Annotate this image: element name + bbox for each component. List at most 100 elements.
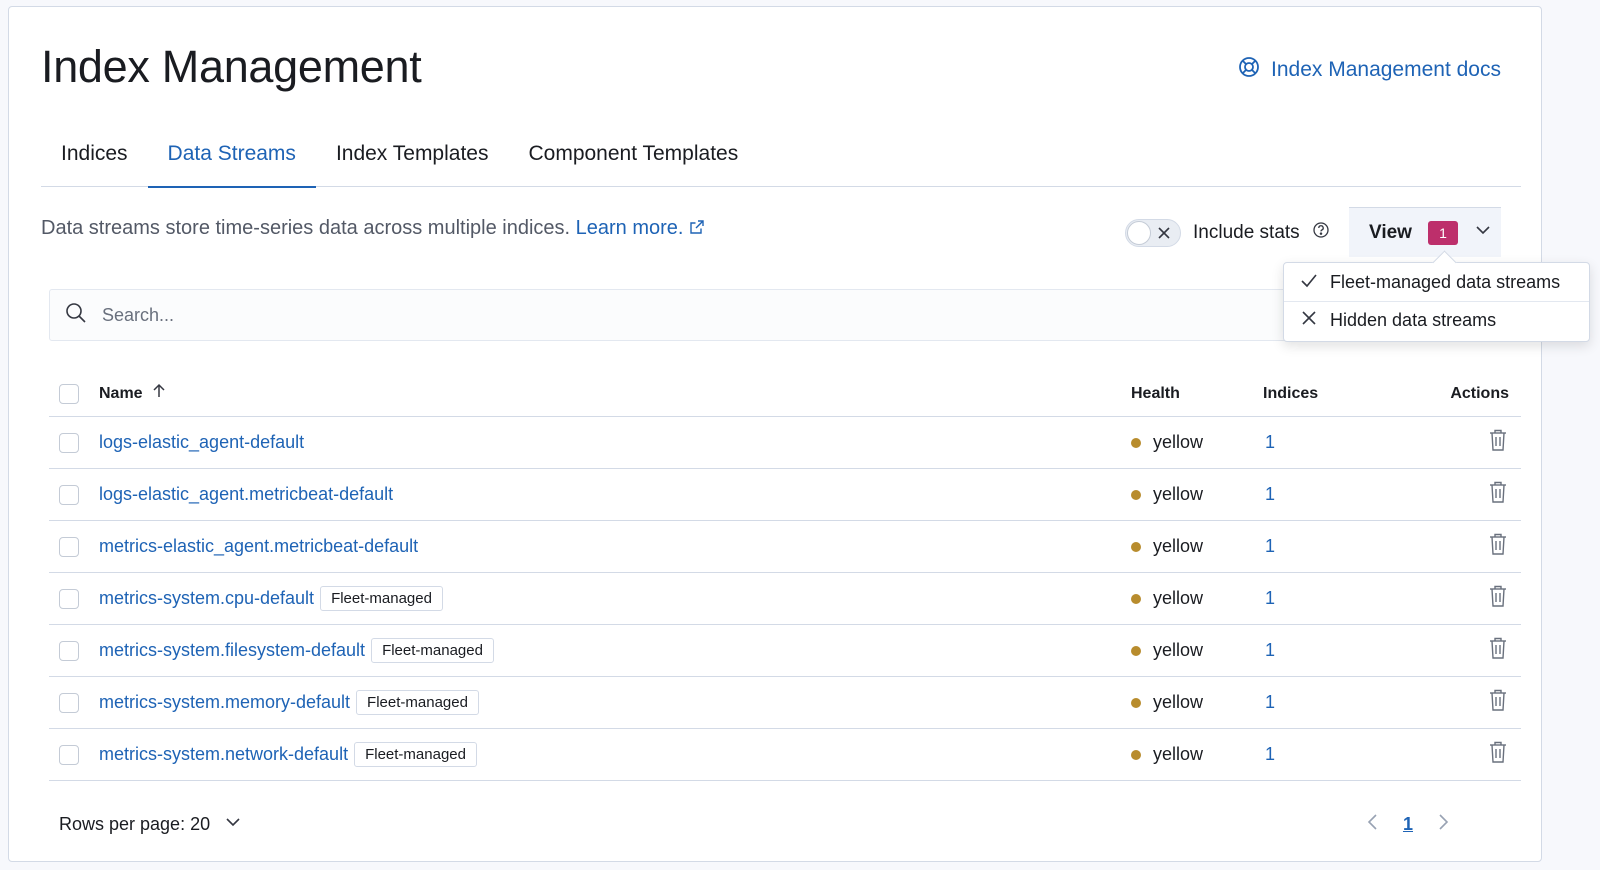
trash-icon[interactable]	[1487, 428, 1509, 457]
health-status-dot	[1131, 645, 1141, 656]
chevron-left-icon[interactable]	[1365, 813, 1381, 836]
indices-count-link[interactable]: 1	[1265, 640, 1275, 660]
indices-count-link[interactable]: 1	[1265, 432, 1275, 452]
health-status-dot	[1131, 437, 1141, 448]
row-checkbox[interactable]	[59, 432, 79, 453]
health-cell: yellow	[1131, 484, 1261, 505]
include-stats-label: Include stats	[1193, 222, 1300, 243]
data-streams-table: Name Health Indices Actions logs-elastic…	[49, 371, 1521, 781]
row-checkbox[interactable]	[59, 640, 79, 661]
table-header: Name Health Indices Actions	[49, 371, 1521, 417]
tab-bar: Indices Data Streams Index Templates Com…	[41, 129, 1521, 188]
description-text: Data streams store time-series data acro…	[41, 217, 571, 239]
data-stream-name-link[interactable]: metrics-system.cpu-default	[99, 588, 314, 609]
arrow-up-icon	[151, 383, 167, 404]
name-column-header[interactable]: Name	[99, 383, 1131, 404]
data-stream-name-link[interactable]: metrics-system.network-default	[99, 744, 348, 765]
actions-column-header: Actions	[1450, 384, 1509, 402]
trash-icon[interactable]	[1487, 584, 1509, 613]
cross-icon	[1300, 309, 1318, 332]
view-label: View	[1369, 221, 1412, 243]
health-cell: yellow	[1131, 692, 1261, 713]
health-label: yellow	[1153, 588, 1204, 608]
learn-more-link[interactable]: Learn more.	[576, 217, 704, 239]
health-cell: yellow	[1131, 588, 1261, 609]
fleet-managed-badge: Fleet-managed	[354, 742, 477, 767]
tab-data-streams[interactable]: Data Streams	[147, 129, 317, 188]
rows-per-page-selector[interactable]: Rows per page: 20	[59, 813, 242, 836]
health-label: yellow	[1153, 640, 1204, 660]
docs-link[interactable]: Index Management docs	[1237, 55, 1501, 85]
trash-icon[interactable]	[1487, 740, 1509, 769]
fleet-managed-badge: Fleet-managed	[371, 638, 494, 663]
data-stream-name-link[interactable]: metrics-system.filesystem-default	[99, 640, 365, 661]
chevron-right-icon[interactable]	[1435, 813, 1451, 836]
health-label: yellow	[1153, 536, 1204, 556]
view-filter-popover: Fleet-managed data streams Hidden data s…	[1283, 262, 1590, 342]
data-stream-name-link[interactable]: logs-elastic_agent.metricbeat-default	[99, 484, 393, 505]
health-cell: yellow	[1131, 536, 1261, 557]
row-checkbox[interactable]	[59, 588, 79, 609]
trash-icon[interactable]	[1487, 688, 1509, 717]
search-placeholder: Search...	[102, 304, 175, 325]
indices-count-link[interactable]: 1	[1265, 692, 1275, 712]
table-row: metrics-system.filesystem-default Fleet-…	[49, 625, 1521, 677]
table-row: metrics-system.network-default Fleet-man…	[49, 729, 1521, 781]
data-stream-name-link[interactable]: metrics-elastic_agent.metricbeat-default	[99, 536, 418, 557]
view-count-badge: 1	[1427, 220, 1458, 245]
search-icon	[64, 301, 88, 330]
health-status-dot	[1131, 593, 1141, 604]
filter-option-hidden[interactable]: Hidden data streams	[1284, 301, 1589, 339]
health-cell: yellow	[1131, 640, 1261, 661]
learn-more-label: Learn more.	[575, 217, 684, 239]
health-cell: yellow	[1131, 744, 1261, 765]
indices-count-link[interactable]: 1	[1265, 536, 1275, 556]
filter-option-label: Fleet-managed data streams	[1330, 271, 1561, 292]
tab-indices[interactable]: Indices	[41, 129, 148, 187]
tab-component-templates[interactable]: Component Templates	[508, 129, 758, 187]
health-status-dot	[1131, 749, 1141, 760]
row-checkbox[interactable]	[59, 536, 79, 557]
health-label: yellow	[1153, 484, 1204, 504]
health-label: yellow	[1153, 744, 1204, 764]
health-cell: yellow	[1131, 432, 1261, 453]
view-filter-button[interactable]: View 1	[1349, 207, 1501, 257]
main-panel: Index Management Index Management docs I…	[8, 6, 1542, 862]
row-checkbox[interactable]	[59, 692, 79, 713]
health-status-dot	[1131, 489, 1141, 500]
filter-option-label: Hidden data streams	[1330, 310, 1497, 330]
external-link-icon	[689, 217, 704, 240]
indices-count-link[interactable]: 1	[1265, 744, 1275, 764]
pagination: 1	[1365, 813, 1451, 836]
chevron-down-icon	[1474, 221, 1492, 244]
filter-option-fleet-managed[interactable]: Fleet-managed data streams	[1284, 263, 1589, 301]
indices-count-link[interactable]: 1	[1265, 588, 1275, 608]
health-label: yellow	[1153, 432, 1204, 452]
indices-count-link[interactable]: 1	[1265, 484, 1275, 504]
table-row: metrics-system.memory-default Fleet-mana…	[49, 677, 1521, 729]
question-icon[interactable]	[1312, 221, 1330, 245]
health-status-dot	[1131, 697, 1141, 708]
tab-index-templates[interactable]: Index Templates	[316, 129, 509, 187]
health-status-dot	[1131, 541, 1141, 552]
check-icon	[1300, 271, 1318, 294]
page-number[interactable]: 1	[1403, 814, 1413, 835]
table-row: metrics-elastic_agent.metricbeat-default…	[49, 521, 1521, 573]
health-column-header: Health	[1131, 384, 1180, 402]
row-checkbox[interactable]	[59, 484, 79, 505]
fleet-managed-badge: Fleet-managed	[320, 586, 443, 611]
help-buoy-icon	[1237, 55, 1261, 85]
trash-icon[interactable]	[1487, 636, 1509, 665]
trash-icon[interactable]	[1487, 532, 1509, 561]
trash-icon[interactable]	[1487, 480, 1509, 509]
data-stream-name-link[interactable]: metrics-system.memory-default	[99, 692, 350, 713]
data-stream-name-link[interactable]: logs-elastic_agent-default	[99, 432, 304, 453]
table-row: metrics-system.cpu-default Fleet-managed…	[49, 573, 1521, 625]
cross-icon	[1156, 225, 1172, 241]
select-all-checkbox[interactable]	[59, 383, 79, 404]
indices-column-header: Indices	[1263, 384, 1319, 402]
chevron-down-icon	[224, 813, 242, 836]
include-stats-toggle[interactable]	[1125, 219, 1181, 247]
table-row: logs-elastic_agent.metricbeat-default ye…	[49, 469, 1521, 521]
row-checkbox[interactable]	[59, 744, 79, 765]
